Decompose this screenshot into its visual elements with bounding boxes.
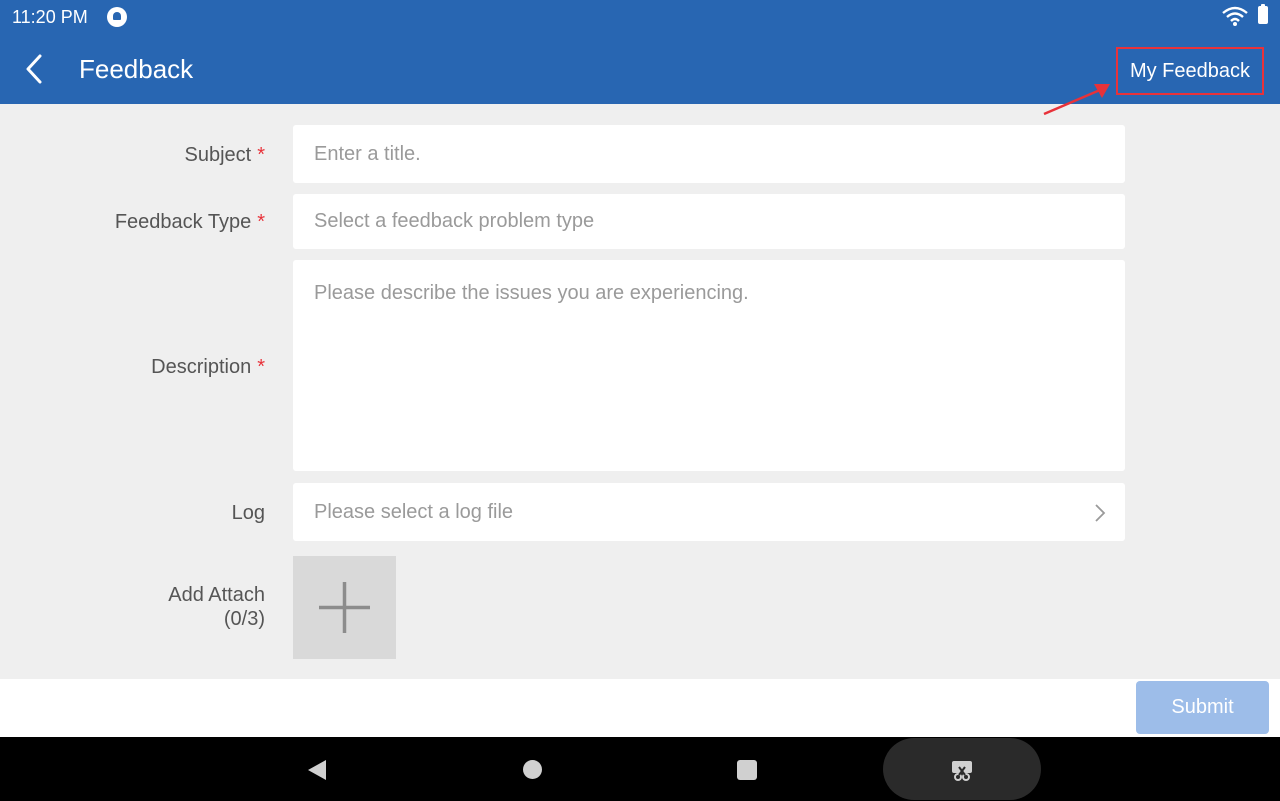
add-attachment-button[interactable] <box>293 556 396 659</box>
battery-icon <box>1258 4 1268 24</box>
add-attach-label: Add Attach (0/3) <box>168 583 265 631</box>
required-mark: * <box>257 211 265 233</box>
nav-home-icon[interactable] <box>523 760 542 779</box>
log-file-select[interactable]: Please select a log file <box>293 483 1125 541</box>
description-label: Description * <box>151 356 265 378</box>
required-mark: * <box>257 144 265 166</box>
required-mark: * <box>257 356 265 378</box>
log-label: Log <box>231 502 265 524</box>
annotation-arrow-icon <box>1043 84 1110 116</box>
footer-bar: Submit <box>0 679 1280 737</box>
back-icon[interactable] <box>20 52 50 86</box>
screenshot-icon <box>952 761 972 781</box>
nav-recent-icon[interactable] <box>737 760 757 780</box>
wifi-icon <box>1222 6 1248 26</box>
screenshot-button[interactable] <box>883 738 1041 800</box>
status-time: 11:20 PM <box>12 7 88 27</box>
feedback-type-label: Feedback Type * <box>114 211 265 233</box>
description-textarea[interactable] <box>314 281 1125 461</box>
feedback-type-select[interactable]: Select a feedback problem type <box>293 194 1125 249</box>
attach-count: (0/3) <box>223 608 265 630</box>
description-field[interactable] <box>293 260 1125 471</box>
submit-button[interactable]: Submit <box>1136 681 1269 734</box>
navigation-bar <box>0 737 1280 801</box>
subject-input[interactable] <box>314 142 1125 166</box>
status-bar: 11:20 PM <box>0 0 1280 34</box>
subject-field[interactable] <box>293 125 1125 183</box>
page-title: Feedback <box>79 54 194 84</box>
nav-back-icon[interactable] <box>306 759 328 781</box>
chevron-right-icon <box>1095 504 1106 522</box>
add-attach-text: Add Attach <box>168 584 265 606</box>
my-feedback-button[interactable]: My Feedback <box>1116 47 1264 95</box>
notification-icon <box>107 7 127 27</box>
feedback-type-placeholder: Select a feedback problem type <box>314 210 595 232</box>
plus-icon <box>319 582 370 633</box>
subject-label: Subject * <box>184 144 265 166</box>
log-placeholder: Please select a log file <box>314 500 514 523</box>
